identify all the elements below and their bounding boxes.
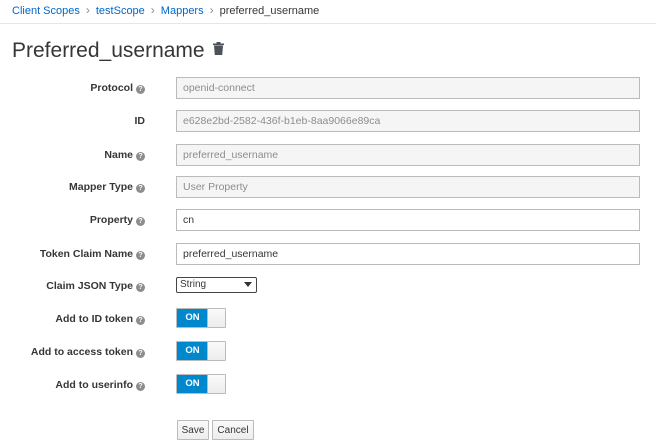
chevron-right-icon: › (150, 3, 155, 17)
token-claim-name-row: Token Claim Name? preferred_username (0, 243, 656, 265)
id-label: ID (134, 115, 146, 127)
toggle-knob (207, 342, 225, 360)
toggle-knob (207, 309, 225, 327)
add-to-id-token-label: Add to ID token? (55, 312, 145, 326)
add-to-userinfo-label: Add to userinfo? (55, 378, 145, 392)
property-input[interactable]: cn (176, 209, 640, 231)
cancel-button[interactable]: Cancel (212, 420, 254, 440)
name-field: preferred_username (176, 144, 640, 166)
toggle-on-label: ON (177, 342, 208, 360)
claim-json-type-value: String (180, 279, 207, 290)
name-label: Name? (104, 148, 145, 162)
protocol-field: openid-connect (176, 77, 640, 99)
add-to-access-token-label: Add to access token? (31, 345, 145, 359)
toggle-on-label: ON (177, 309, 208, 327)
chevron-down-icon (244, 282, 252, 287)
add-to-access-token-row: Add to access token? ON (0, 341, 656, 363)
token-claim-name-label: Token Claim Name? (40, 247, 145, 261)
breadcrumb-mappers[interactable]: Mappers (161, 5, 204, 17)
mapper-type-label: Mapper Type? (69, 180, 145, 194)
save-button[interactable]: Save (177, 420, 209, 440)
chevron-right-icon: › (85, 3, 90, 17)
breadcrumb-client-scopes[interactable]: Client Scopes (12, 5, 80, 17)
id-row: ID e628e2bd-2582-436f-b1eb-8aa9066e89ca (0, 110, 656, 132)
claim-json-type-select[interactable]: String (176, 277, 257, 293)
protocol-label: Protocol? (90, 81, 145, 95)
toggle-knob (207, 375, 225, 393)
protocol-row: Protocol? openid-connect (0, 77, 656, 99)
toggle-on-label: ON (177, 375, 208, 393)
header-divider (0, 23, 656, 24)
help-icon[interactable]: ? (136, 85, 145, 94)
property-label: Property? (90, 213, 145, 227)
add-to-id-token-row: Add to ID token? ON (0, 308, 656, 330)
help-icon[interactable]: ? (136, 382, 145, 391)
property-row: Property? cn (0, 209, 656, 231)
breadcrumb-current: preferred_username (219, 5, 320, 17)
help-icon[interactable]: ? (136, 283, 145, 292)
breadcrumb-test-scope[interactable]: testScope (96, 5, 145, 17)
add-to-userinfo-toggle[interactable]: ON (176, 374, 226, 394)
chevron-right-icon: › (209, 3, 214, 17)
token-claim-name-input[interactable]: preferred_username (176, 243, 640, 265)
help-icon[interactable]: ? (136, 349, 145, 358)
trash-icon[interactable] (212, 36, 224, 62)
id-field: e628e2bd-2582-436f-b1eb-8aa9066e89ca (176, 110, 640, 132)
add-to-userinfo-row: Add to userinfo? ON (0, 374, 656, 396)
help-icon[interactable]: ? (136, 184, 145, 193)
page-title-wrap: Preferred_username (12, 38, 224, 64)
breadcrumb: Client Scopes › testScope › Mappers › preferre… (12, 3, 319, 18)
page-title: Preferred_username (12, 39, 205, 62)
mapper-type-field: User Property (176, 176, 640, 198)
help-icon[interactable]: ? (136, 217, 145, 226)
add-to-access-token-toggle[interactable]: ON (176, 341, 226, 361)
name-row: Name? preferred_username (0, 144, 656, 166)
help-icon[interactable]: ? (136, 316, 145, 325)
claim-json-type-label: Claim JSON Type? (46, 279, 145, 293)
help-icon[interactable]: ? (136, 152, 145, 161)
mapper-type-row: Mapper Type? User Property (0, 176, 656, 198)
claim-json-type-row: Claim JSON Type? String (0, 277, 656, 299)
add-to-id-token-toggle[interactable]: ON (176, 308, 226, 328)
help-icon[interactable]: ? (136, 251, 145, 260)
